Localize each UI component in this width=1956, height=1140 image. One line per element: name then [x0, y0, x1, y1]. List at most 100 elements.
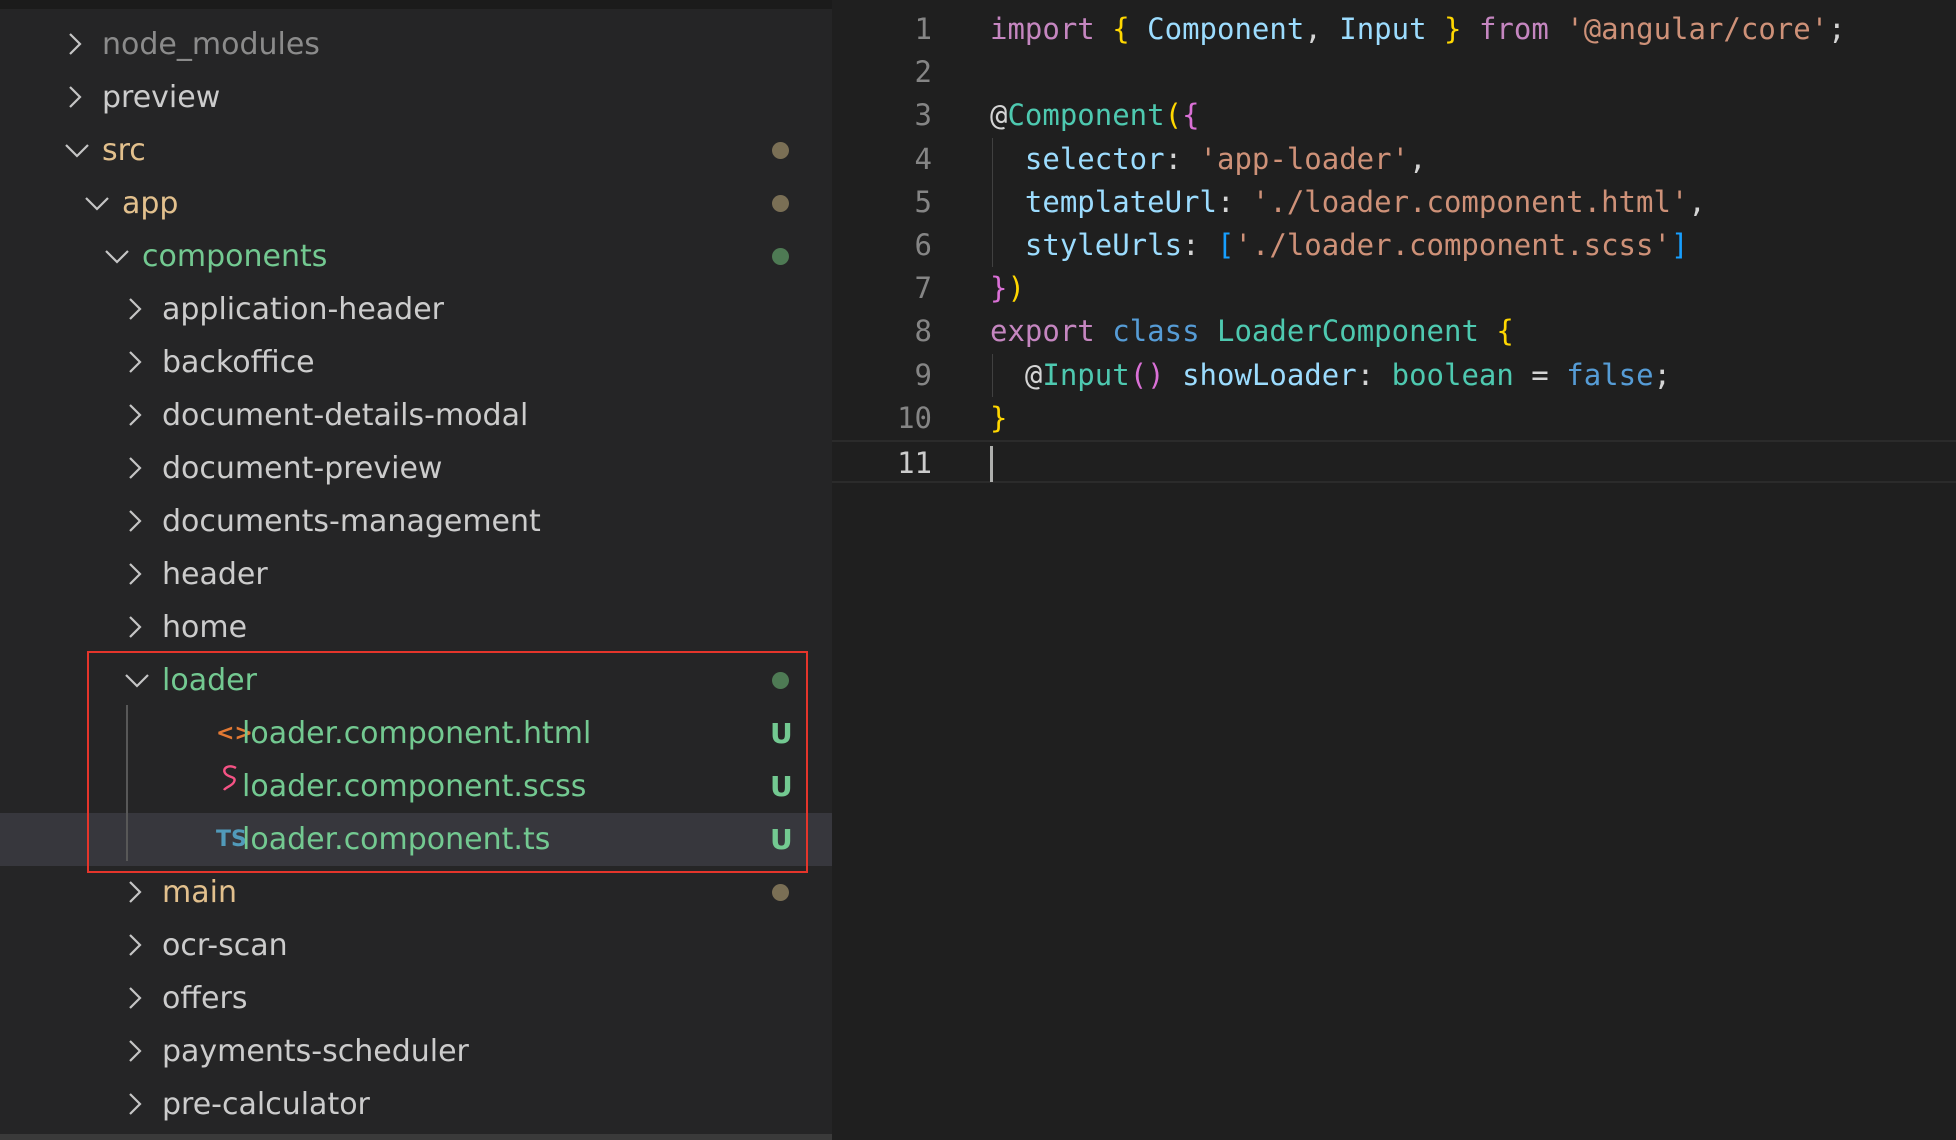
code-token: export	[990, 314, 1095, 349]
tree-folder-payments-scheduler[interactable]: payments-scheduler	[0, 1025, 832, 1078]
code-text: templateUrl: './loader.component.html',	[990, 181, 1706, 224]
chevron-right-icon[interactable]	[122, 1078, 152, 1131]
chevron-right-icon[interactable]	[122, 389, 152, 442]
code-token: from	[1478, 12, 1549, 46]
code-token: }	[990, 271, 1008, 306]
chevron-right-icon[interactable]	[122, 283, 152, 336]
code-line[interactable]: 5 templateUrl: './loader.component.html'…	[832, 180, 1956, 224]
code-line[interactable]: 8 export class LoaderComponent {	[832, 310, 1956, 353]
code-text: selector: 'app-loader',	[990, 138, 1427, 181]
tree-item-label: loader.component.html	[242, 716, 592, 751]
code-token: {	[1182, 98, 1200, 133]
text-cursor	[990, 446, 993, 482]
chevron-right-icon[interactable]	[122, 919, 152, 972]
tree-folder-header[interactable]: header	[0, 548, 832, 601]
code-token: templateUrl	[1024, 184, 1217, 219]
chevron-down-icon[interactable]	[82, 177, 112, 230]
chevron-right-icon[interactable]	[122, 442, 152, 495]
line-number: 3	[914, 98, 932, 133]
code-token: :	[1182, 228, 1217, 262]
code-text: }	[990, 397, 1007, 440]
chevron-right-icon[interactable]	[122, 972, 152, 1025]
code-token: styleUrls	[1024, 228, 1183, 262]
code-editor[interactable]: 1 import { Component, Input } from '@angu…	[832, 0, 1956, 1140]
code-line[interactable]: 2	[832, 51, 1956, 94]
chevron-right-icon[interactable]	[62, 71, 92, 124]
code-token: showLoader	[1182, 357, 1357, 392]
chevron-down-icon[interactable]	[62, 124, 92, 177]
tree-folder-preview[interactable]: preview	[0, 71, 832, 124]
tree-item-label: backoffice	[162, 345, 315, 380]
tree-folder-node-modules[interactable]: node_modules	[0, 18, 832, 71]
tree-file-loader-component-ts[interactable]: TS loader.component.ts U	[0, 813, 832, 866]
tree-item-label: offers	[162, 981, 248, 1016]
line-number: 8	[914, 314, 932, 349]
chevron-right-icon[interactable]	[122, 601, 152, 654]
code-line[interactable]: 6 styleUrls: ['./loader.component.scss']	[832, 224, 1956, 267]
tree-folder-src[interactable]: src	[0, 124, 832, 177]
tree-folder-document-preview[interactable]: document-preview	[0, 442, 832, 495]
tree-item-label: document-details-modal	[162, 398, 529, 433]
tree-folder-components[interactable]: components	[0, 230, 832, 283]
code-line[interactable]: 1 import { Component, Input } from '@angu…	[832, 8, 1956, 51]
tree-item-label: ocr-scan	[162, 928, 288, 963]
tree-folder-loader[interactable]: loader	[0, 654, 832, 707]
chevron-right-icon[interactable]	[122, 548, 152, 601]
code-token: ,	[1409, 141, 1427, 176]
tree-file-loader-component-html[interactable]: <> loader.component.html U	[0, 707, 832, 760]
code-token: [	[1216, 228, 1235, 262]
chevron-right-icon[interactable]	[122, 866, 152, 919]
code-text: import { Component, Input } from '@angul…	[990, 8, 1846, 51]
code-token: import	[990, 12, 1095, 46]
code-token: './loader.component.html'	[1251, 184, 1689, 219]
tree-folder-application-header[interactable]: application-header	[0, 283, 832, 336]
code-line[interactable]: 7})	[832, 267, 1956, 310]
code-token: Component	[1147, 12, 1305, 46]
code-text: })	[990, 267, 1025, 310]
chevron-right-icon[interactable]	[122, 495, 152, 548]
code-line[interactable]: 11	[832, 440, 1956, 483]
code-line[interactable]: 9 @Input() showLoader: boolean = false;	[832, 353, 1956, 397]
tree-folder-ocr-scan[interactable]: ocr-scan	[0, 919, 832, 972]
code-text: @Component({	[990, 94, 1200, 137]
line-number: 11	[897, 446, 932, 480]
tree-folder-documents-management[interactable]: documents-management	[0, 495, 832, 548]
chevron-down-icon[interactable]	[102, 230, 132, 283]
code-token: {	[1496, 314, 1514, 349]
tree-folder-main[interactable]: main	[0, 866, 832, 919]
code-line[interactable]: 3 @Component({	[832, 94, 1956, 137]
code-line[interactable]: 4 selector: 'app-loader',	[832, 137, 1956, 181]
code-token: :	[1356, 357, 1392, 392]
chevron-right-icon[interactable]	[62, 18, 92, 71]
explorer-sidebar: node_modulespreview src app components appli…	[0, 0, 832, 1140]
code-token: ,	[1688, 184, 1706, 219]
code-token: selector	[1024, 141, 1165, 176]
tree-folder-pre-calculator[interactable]: pre-calculator	[0, 1078, 832, 1131]
tree-folder-home[interactable]: home	[0, 601, 832, 654]
tree-file-loader-component-scss[interactable]: loader.component.scss U	[0, 760, 832, 813]
chevron-right-icon[interactable]	[122, 336, 152, 389]
tree-item-label: main	[162, 875, 237, 910]
code-token: Input	[1339, 12, 1427, 46]
tree-item-label: pre-calculator	[162, 1087, 370, 1122]
chevron-right-icon[interactable]	[122, 1025, 152, 1078]
tree-folder-offers[interactable]: offers	[0, 972, 832, 1025]
chevron-down-icon[interactable]	[122, 654, 152, 707]
code-token: )	[1007, 271, 1025, 306]
code-token: LoaderComponent	[1217, 314, 1479, 349]
tree-item-label: header	[162, 557, 268, 592]
git-untracked-badge: U	[770, 717, 793, 750]
tree-folder-document-details-modal[interactable]: document-details-modal	[0, 389, 832, 442]
tree-item-label: preview	[102, 80, 221, 115]
horizontal-scrollbar[interactable]	[0, 1134, 832, 1140]
git-untracked-badge: U	[770, 770, 793, 803]
tree-folder-app[interactable]: app	[0, 177, 832, 230]
tree-folder-backoffice[interactable]: backoffice	[0, 336, 832, 389]
code-token: =	[1513, 357, 1567, 392]
code-line[interactable]: 10}	[832, 397, 1956, 440]
